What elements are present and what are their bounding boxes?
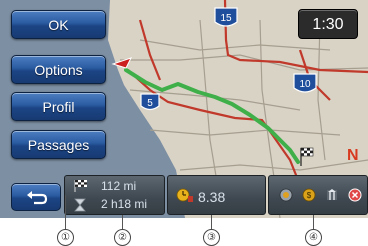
callout-3-label: ③: [207, 232, 216, 243]
arrival-time-icon: [176, 188, 193, 202]
alert-icon[interactable]: [348, 188, 362, 202]
callout-2: ②: [114, 229, 131, 246]
svg-text:$: $: [307, 191, 312, 200]
arrival-time-value: 8.38: [198, 189, 226, 205]
status-icons-panel[interactable]: $: [268, 175, 368, 215]
callout-2-label: ②: [118, 232, 127, 243]
lane-icon[interactable]: [325, 188, 339, 202]
callout-leader-4: [313, 215, 314, 229]
north-indicator: N: [347, 147, 359, 164]
passages-button[interactable]: Passages: [11, 130, 106, 159]
callout-4: ④: [305, 229, 322, 246]
callout-leader-1: [65, 195, 66, 229]
distance-value: 112 mi: [101, 179, 137, 193]
ok-button[interactable]: OK: [11, 10, 106, 39]
back-button[interactable]: [11, 183, 61, 211]
hourglass-icon: [74, 198, 86, 212]
highway-label-5: 5: [147, 98, 153, 109]
highway-label-15: 15: [220, 13, 232, 24]
checkered-flag-icon: [74, 180, 87, 192]
back-arrow-icon: [27, 191, 48, 205]
callout-1: ①: [57, 229, 74, 246]
callout-leader-2: [122, 215, 123, 229]
highway-shield-15: 15: [214, 7, 238, 27]
toll-icon[interactable]: $: [302, 188, 316, 202]
callout-1-label: ①: [61, 232, 70, 243]
highway-shield-5: 5: [140, 93, 160, 111]
route-info-panel[interactable]: 112 mi 2 h18 mi: [64, 175, 165, 215]
profil-button[interactable]: Profil: [11, 92, 106, 121]
traffic-icon[interactable]: [279, 188, 293, 202]
callout-leader-3: [211, 215, 212, 229]
options-button[interactable]: Options: [11, 55, 106, 84]
highway-shield-10: 10: [293, 73, 317, 93]
highway-label-10: 10: [299, 79, 311, 90]
callout-4-label: ④: [309, 232, 318, 243]
callout-3: ③: [203, 229, 220, 246]
clock-display: 1:30: [298, 9, 358, 39]
navigation-screen: 15 5 10 N OK Options Profil Passages 1:3…: [0, 0, 368, 218]
eta-panel[interactable]: 8.38: [167, 175, 266, 215]
duration-value: 2 h18 mi: [101, 197, 148, 211]
